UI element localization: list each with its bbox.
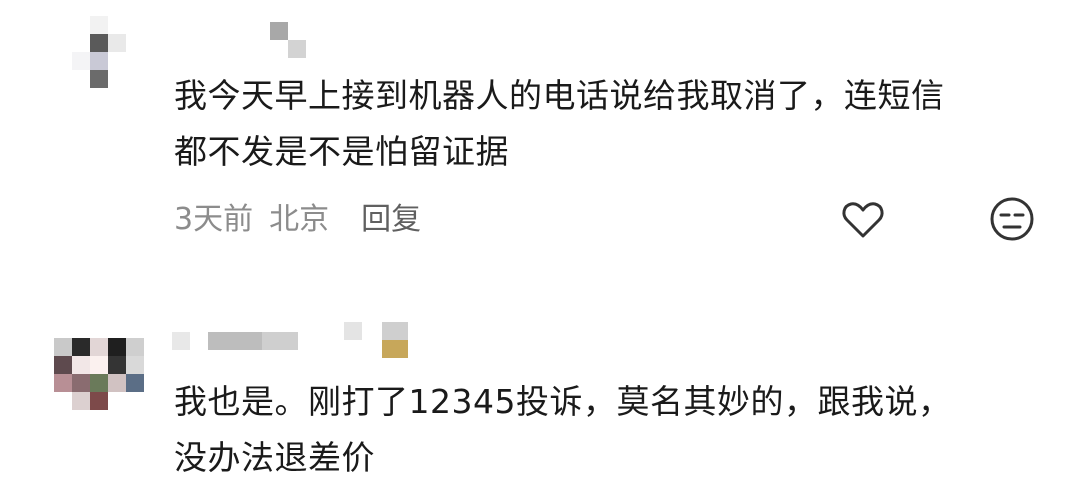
meh-face-icon[interactable]	[988, 195, 1036, 243]
comment-item: 我今天早上接到机器人的电话说给我取消了，连短信 都不发是不是怕留证据 3天前 北…	[0, 0, 1080, 262]
comment-text: 我也是。刚打了12345投诉，莫名其妙的，跟我说， 没办法退差价	[174, 382, 952, 477]
comment-text: 我今天早上接到机器人的电话说给我取消了，连短信 都不发是不是怕留证据	[174, 76, 945, 171]
username-blurred[interactable]	[172, 322, 432, 360]
reply-button[interactable]: 回复	[361, 194, 421, 238]
avatar[interactable]	[54, 16, 146, 108]
avatar[interactable]	[54, 320, 146, 412]
heart-outline-icon[interactable]	[839, 195, 887, 243]
comment-meta: 3天前 北京 回复	[174, 194, 421, 238]
comment-location: 北京	[269, 202, 330, 237]
comment-item: 我也是。刚打了12345投诉，莫名其妙的，跟我说， 没办法退差价	[0, 300, 1080, 498]
comment-time: 3天前	[174, 202, 254, 237]
username-blurred[interactable]	[172, 14, 432, 58]
